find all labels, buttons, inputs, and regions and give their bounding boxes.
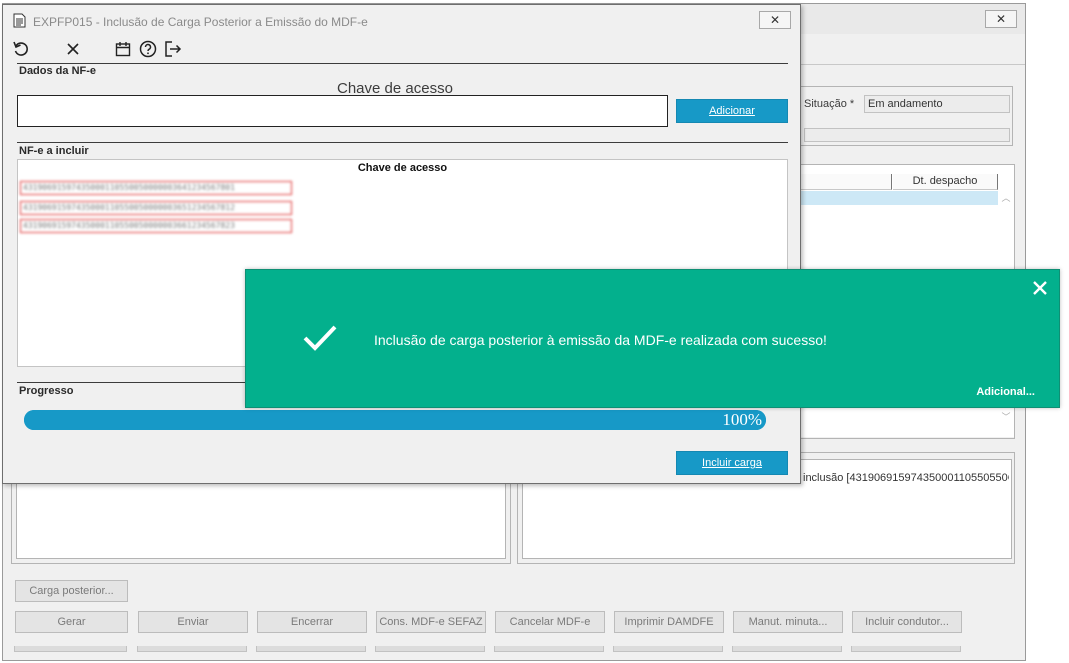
incluir-condutor-button[interactable]: Incluir condutor... [852, 611, 962, 633]
refresh-icon[interactable] [11, 39, 31, 59]
divider [801, 64, 1025, 65]
help-icon[interactable] [138, 39, 158, 59]
dialog-titlebar: EXPFP015 - Inclusão de Carga Posterior a… [3, 5, 800, 35]
calendar-icon[interactable] [113, 39, 133, 59]
dados-nfe-label: Dados da NF-e [19, 65, 97, 77]
toast-message: Inclusão de carga posterior à emissão da… [374, 332, 827, 348]
imprimir-damdfe-button[interactable]: Imprimir DAMDFE [614, 611, 724, 633]
adicionar-button[interactable]: Adicionar [676, 99, 788, 123]
list-header-chave: Chave de acesso [357, 162, 448, 174]
exit-icon[interactable] [163, 39, 183, 59]
close-icon[interactable] [63, 39, 83, 59]
gerar-button[interactable]: Gerar [15, 611, 128, 633]
dados-divider [17, 63, 788, 64]
progress-text: 100% [722, 410, 762, 429]
encerrar-button[interactable]: Encerrar [257, 611, 367, 633]
list-item[interactable]: 4319069159743500011055005000000365123456… [20, 201, 292, 215]
nfe-incluir-label: NF-e a incluir [19, 145, 89, 157]
checkmark-icon [302, 324, 338, 355]
chave-acesso-input[interactable] [17, 95, 668, 127]
progress-fill [24, 410, 766, 430]
secondary-field[interactable] [804, 128, 1010, 142]
progress-bar: 100% [24, 410, 766, 430]
list-item[interactable]: 4319069159743500011055005000000364123456… [20, 181, 292, 195]
toast-close-icon[interactable] [1031, 279, 1049, 297]
inclusao-carga-dialog: EXPFP015 - Inclusão de Carga Posterior a… [2, 4, 801, 484]
grid-column-dt-despacho[interactable]: Dt. despacho [893, 174, 998, 190]
progresso-label: Progresso [19, 385, 74, 397]
progresso-divider [17, 382, 247, 383]
dialog-title: EXPFP015 - Inclusão de Carga Posterior a… [33, 15, 368, 29]
background-close-button[interactable]: ✕ [985, 10, 1017, 28]
bottom-left-box [16, 483, 506, 559]
chevron-down-icon[interactable]: ﹀ [1000, 410, 1012, 424]
situacao-label: Situação * [804, 98, 855, 110]
dialog-toolbar [3, 37, 800, 61]
list-item[interactable]: 4319069159743500011055005000000366123456… [20, 219, 292, 233]
carga-posterior-button[interactable]: Carga posterior... [15, 580, 128, 602]
enviar-button[interactable]: Enviar [138, 611, 248, 633]
document-icon [13, 13, 26, 31]
cancelar-mdfe-button[interactable]: Cancelar MDF-e [495, 611, 605, 633]
scroll-up-icon[interactable]: ︿ [1000, 191, 1012, 205]
nfe-divider [17, 142, 788, 143]
dialog-close-button[interactable]: ✕ [759, 11, 791, 29]
manut-minuta-button[interactable]: Manut. minuta... [733, 611, 843, 633]
adicional-link[interactable]: Adicional... [976, 386, 1035, 398]
situacao-field[interactable]: Em andamento [864, 95, 1010, 113]
cons-mdfe-sefaz-button[interactable]: Cons. MDF-e SEFAZ [376, 611, 486, 633]
incluir-carga-button[interactable]: Incluir carga [676, 451, 788, 475]
success-toast: Inclusão de carga posterior à emissão da… [245, 269, 1060, 408]
button-row-partial [14, 646, 961, 652]
log-text: inclusão [43190691597435000110550550C [803, 472, 1009, 484]
